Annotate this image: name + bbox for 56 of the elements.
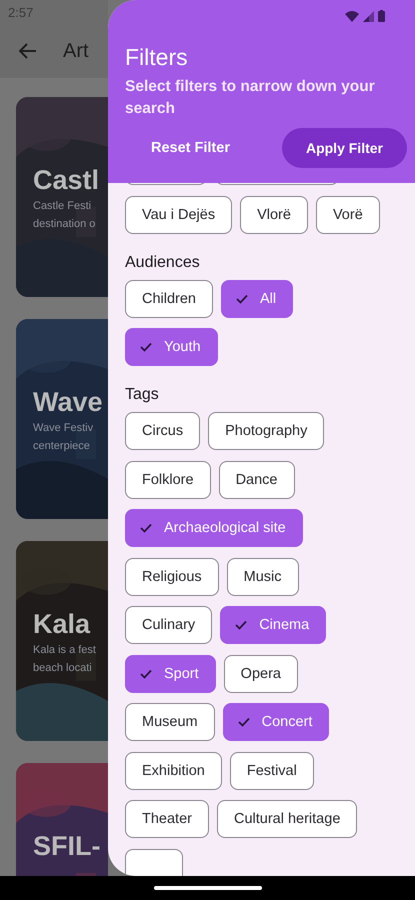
filter-chip[interactable]: Photography [208, 412, 324, 450]
event-description: destination o [33, 217, 96, 232]
page-title: Art [63, 40, 89, 62]
event-description: Castle Festi [33, 199, 92, 214]
filter-chip[interactable]: All [221, 280, 294, 318]
section-title: Tags [125, 386, 160, 404]
filter-chip[interactable]: Museum [125, 703, 215, 741]
filter-chip[interactable]: Opera [224, 654, 298, 692]
filter-chip[interactable]: Circus [125, 412, 200, 450]
filter-chip[interactable]: Cultural heritage [216, 800, 358, 838]
filter-chip[interactable]: Vlorë [240, 196, 308, 234]
filter-chip[interactable]: Cinema [220, 606, 326, 644]
event-title: Wave [33, 387, 104, 418]
filter-chip[interactable]: Folklore [125, 460, 211, 498]
battery-icon [378, 10, 385, 22]
event-description: Wave Festiv [33, 421, 94, 436]
filter-chip[interactable]: Festival [230, 752, 314, 790]
filter-chip[interactable]: Children [125, 280, 213, 318]
event-card[interactable]: SFIL- [16, 763, 108, 876]
filter-chip[interactable]: Theater [125, 800, 209, 838]
check-icon [235, 620, 248, 630]
filter-chip[interactable]: Music [226, 558, 299, 596]
signal-icon [363, 10, 374, 22]
event-card[interactable]: Castl Castle Festi destination o [16, 97, 108, 297]
event-card[interactable]: Wave Wave Festiv centerpiece [16, 319, 108, 519]
wifi-icon [345, 10, 359, 22]
filter-chip[interactable]: Youth [125, 328, 218, 366]
section-title: Audiences [125, 254, 201, 272]
filter-chip[interactable]: Exhibition [125, 752, 222, 790]
check-icon [238, 717, 250, 727]
drawer-subtitle: Select filters to narrow down your search [125, 77, 376, 119]
event-card[interactable]: Kala Kala is a fest beach locati [16, 541, 108, 741]
back-icon[interactable] [19, 43, 37, 59]
filter-chip[interactable]: Archaeological site [125, 509, 303, 547]
filter-chip[interactable] [125, 848, 183, 876]
apply-filter-button[interactable]: Apply Filter [282, 128, 407, 168]
check-icon [140, 342, 152, 352]
event-description: centerpiece [33, 439, 91, 454]
filter-chip[interactable]: Religious [125, 558, 219, 596]
drawer-title: Filters [125, 44, 189, 71]
event-title: SFIL- [33, 831, 102, 862]
reset-filter-button[interactable]: Reset Filter [125, 130, 256, 166]
filter-chip[interactable]: Culinary [125, 606, 212, 644]
filter-chip[interactable]: Sport [125, 654, 216, 692]
event-description: beach locati [33, 661, 93, 676]
check-icon [236, 294, 248, 304]
check-icon [140, 668, 152, 678]
home-handle[interactable] [154, 886, 262, 890]
filter-chip[interactable]: Vau i Dejës [125, 196, 232, 234]
check-icon [140, 523, 152, 533]
filter-chip[interactable]: Vorë [316, 196, 380, 234]
event-description: Kala is a fest [33, 643, 97, 658]
event-title: Kala [33, 609, 92, 640]
event-title: Castl [33, 165, 100, 196]
filter-chip[interactable]: Concert [222, 703, 330, 741]
filter-chip[interactable]: Dance [218, 460, 294, 498]
